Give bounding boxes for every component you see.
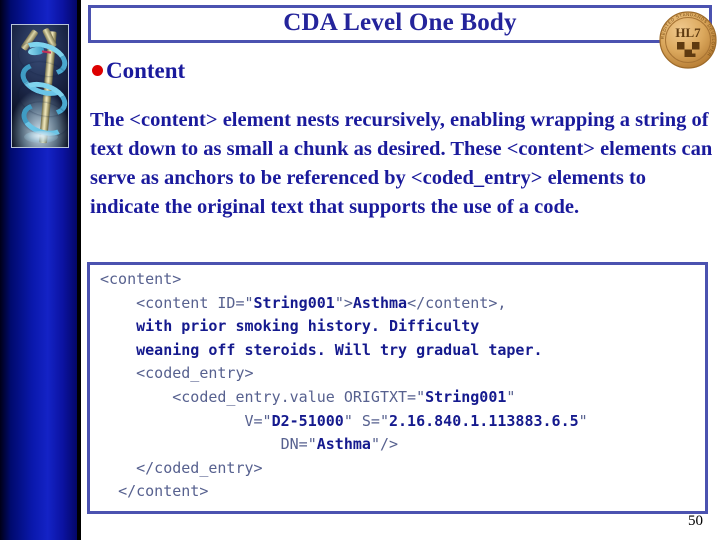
bullet-item-label: Content bbox=[106, 58, 186, 83]
caduceus-image bbox=[11, 24, 69, 148]
sidebar-divider bbox=[77, 0, 81, 540]
bullet-dot-icon bbox=[92, 65, 103, 76]
slide-canvas: CDA Level One Body ACCREDITED STANDARDS … bbox=[0, 0, 720, 540]
svg-text:HL7: HL7 bbox=[675, 25, 701, 40]
slide-number: 50 bbox=[688, 513, 703, 529]
bullet-item-content: Content bbox=[92, 58, 185, 83]
sidebar-decoration bbox=[0, 0, 77, 540]
body-paragraph: The <content> element nests recursively,… bbox=[90, 109, 713, 218]
hl7-seal: ACCREDITED STANDARDS DEVELOPER HL7 bbox=[656, 0, 718, 76]
code-sample: <content> <content ID="String001">Asthma… bbox=[100, 270, 588, 501]
page-title: CDA Level One Body bbox=[283, 9, 517, 36]
glow-base bbox=[24, 131, 58, 143]
